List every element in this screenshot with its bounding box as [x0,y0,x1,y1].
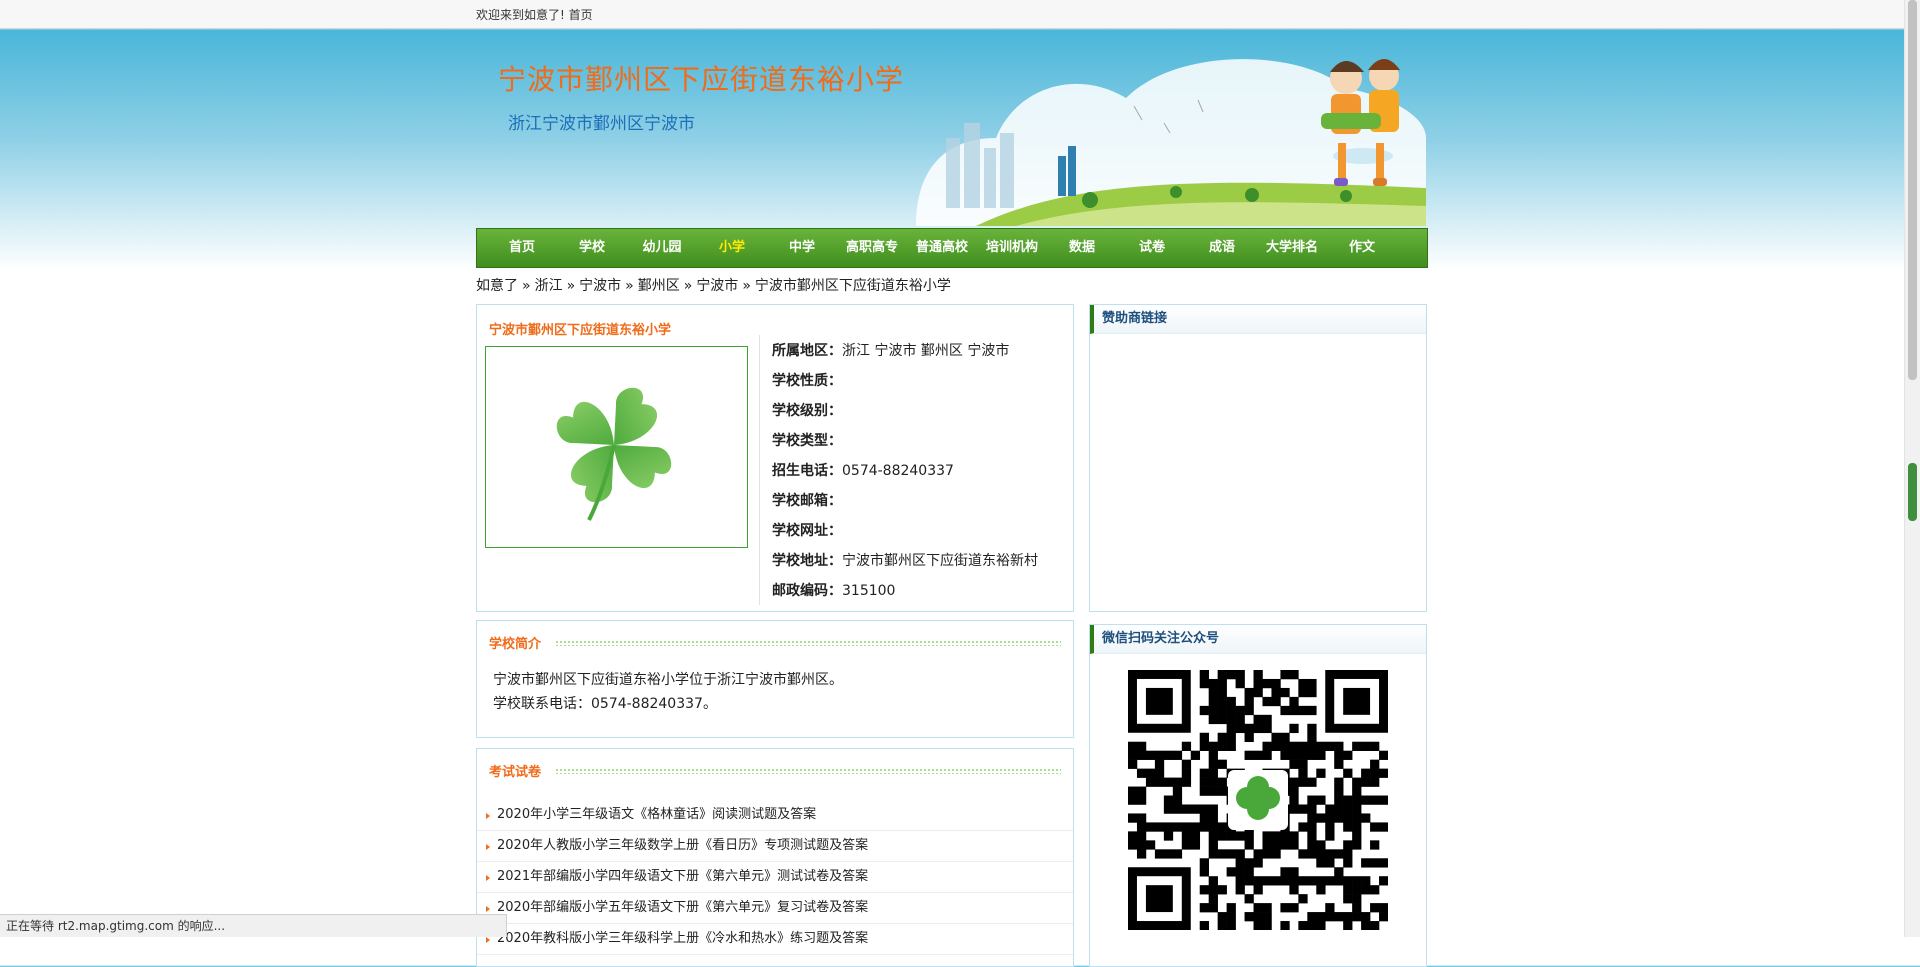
clover-icon [556,387,672,521]
breadcrumb-link[interactable]: 鄞州区 [638,278,680,294]
exam-list: 2020年小学三年级语文《格林童话》阅读测试题及答案 2020年人教版小学三年级数… [477,800,1073,955]
site-title: 宁波市鄞州区下应街道东裕小学 [498,63,905,96]
info-label: 学校类型： [772,433,842,449]
home-link[interactable]: 首页 [569,8,593,22]
info-value: 宁波市鄞州区下应街道东裕新村 [842,553,1038,569]
page-scrollbar[interactable] [1904,0,1920,937]
info-row: 学校地址：宁波市鄞州区下应街道东裕新村 [772,550,1038,580]
sponsor-heading: 赞助商链接 [1090,305,1426,334]
nav-item[interactable]: 试卷 [1117,229,1187,267]
breadcrumb-separator: » [625,278,634,294]
intro-panel: 学校简介 宁波市鄞州区下应街道东裕小学位于浙江宁波市鄞州区。 学校联系电话：05… [476,620,1074,738]
main-nav: 首页 学校 幼儿园 小学 中学 高职高专 普通高校 培训机构 数据 试卷 成语 大学排名 作文 [476,228,1428,268]
breadcrumb-separator: » [566,278,576,294]
breadcrumb-link[interactable]: 宁波市 [696,278,738,294]
school-name-heading: 宁波市鄞州区下应街道东裕小学 [489,323,672,338]
wechat-panel: 微信扫码关注公众号 [1089,624,1427,967]
info-row: 学校类型： [772,430,1038,460]
site-banner: 宁波市鄞州区下应街道东裕小学 浙江宁波市鄞州区宁波市 [476,28,1426,226]
intro-heading: 学校简介 [489,637,542,652]
nav-item[interactable]: 数据 [1047,229,1117,267]
info-row: 学校性质： [772,370,1038,400]
status-bar: 正在等待 rt2.map.gtimg.com 的响应... [0,914,507,937]
exam-link[interactable]: 2020年人教版小学三年级数学上册《看日历》专项测试题及答案 [477,831,1073,862]
exam-link[interactable]: 2020年教科版小学三年级科学上册《冷水和热水》练习题及答案 [477,924,1073,955]
info-row: 招生电话：0574-88240337 [772,460,1038,490]
dotted-divider [555,767,1061,774]
breadcrumb-separator: » [683,278,693,294]
breadcrumb: 如意了» 浙江» 宁波市» 鄞州区» 宁波市» 宁波市鄞州区下应街道东裕小学 [476,275,951,295]
exam-link[interactable]: 2021年部编版小学四年级语文下册《第六单元》测试试卷及答案 [477,862,1073,893]
nav-list: 首页 学校 幼儿园 小学 中学 高职高专 普通高校 培训机构 数据 试卷 成语 大学排名 作文 [477,229,1427,267]
info-label: 学校邮箱： [772,493,842,509]
breadcrumb-link[interactable]: 如意了 [476,278,518,294]
scrollbar-marker [1908,463,1917,521]
page-wrapper: 宁波市鄞州区下应街道东裕小学 浙江宁波市鄞州区宁波市 首页 学校 幼儿园 小学 … [476,28,1428,967]
intro-line-2: 学校联系电话：0574-88240337。 [493,696,717,712]
school-info-panel: 宁波市鄞州区下应街道东裕小学 所属地区：浙江 宁波市 鄞州区 宁波市 学校性质：学… [476,304,1074,612]
info-label: 所属地区： [772,343,842,359]
info-label: 学校性质： [772,373,842,389]
intro-line-1: 宁波市鄞州区下应街道东裕小学位于浙江宁波市鄞州区。 [493,672,843,688]
top-bar: 欢迎来到如意了! 首页 [0,0,1905,29]
nav-item[interactable]: 作文 [1327,229,1397,267]
info-label: 学校级别： [772,403,842,419]
info-value: 浙江 宁波市 鄞州区 宁波市 [842,343,1010,359]
site-subtitle: 浙江宁波市鄞州区宁波市 [508,114,695,134]
info-label: 招生电话： [772,463,842,479]
nav-item[interactable]: 小学 [697,229,767,267]
nav-item[interactable]: 普通高校 [907,229,977,267]
info-row: 学校网址： [772,520,1038,550]
nav-item[interactable]: 中学 [767,229,837,267]
nav-item[interactable]: 成语 [1187,229,1257,267]
exam-panel: 考试试卷 2020年小学三年级语文《格林童话》阅读测试题及答案 2020年人教版小… [476,748,1074,967]
nav-item[interactable]: 学校 [557,229,627,267]
nav-item[interactable]: 幼儿园 [627,229,697,267]
school-fields: 所属地区：浙江 宁波市 鄞州区 宁波市 学校性质： 学校级别： 学校类型： 招生电话：0… [772,340,1038,610]
info-row: 所属地区：浙江 宁波市 鄞州区 宁波市 [772,340,1038,370]
info-label: 学校网址： [772,523,842,539]
exam-link[interactable]: 2020年小学三年级语文《格林童话》阅读测试题及答案 [477,800,1073,831]
info-value: 0574-88240337 [842,463,954,479]
nav-item[interactable]: 大学排名 [1257,229,1327,267]
breadcrumb-separator: » [522,278,531,294]
info-label: 邮政编码： [772,583,842,599]
scrollbar-thumb[interactable] [1908,0,1917,380]
wechat-heading: 微信扫码关注公众号 [1090,625,1426,654]
info-value: 315100 [842,583,896,599]
nav-item[interactable]: 首页 [487,229,557,267]
nav-item[interactable]: 高职高专 [837,229,907,267]
exam-link[interactable]: 2020年部编版小学五年级语文下册《第六单元》复习试卷及答案 [477,893,1073,924]
intro-body: 宁波市鄞州区下应街道东裕小学位于浙江宁波市鄞州区。 学校联系电话：0574-88… [477,652,1073,716]
welcome-text: 欢迎来到如意了! [476,8,565,22]
breadcrumb-link[interactable]: 浙江 [535,278,563,294]
intro-header: 学校简介 [477,621,1073,652]
dotted-divider [555,639,1061,646]
exam-header: 考试试卷 [477,749,1073,780]
breadcrumb-link: 宁波市鄞州区下应街道东裕小学 [754,278,951,294]
info-row: 邮政编码：315100 [772,580,1038,610]
welcome-line: 欢迎来到如意了! 首页 [476,6,593,23]
info-row: 学校邮箱： [772,490,1038,520]
info-label: 学校地址： [772,553,842,569]
banner-illustration [916,59,1426,226]
info-row: 学校级别： [772,400,1038,430]
breadcrumb-link[interactable]: 宁波市 [579,278,621,294]
exam-heading: 考试试卷 [489,765,542,780]
nav-item[interactable]: 培训机构 [977,229,1047,267]
qr-code-image [1128,670,1388,930]
divider [759,335,760,605]
school-logo [485,346,748,548]
breadcrumb-separator: » [742,278,751,294]
sponsor-panel: 赞助商链接 [1089,304,1427,612]
